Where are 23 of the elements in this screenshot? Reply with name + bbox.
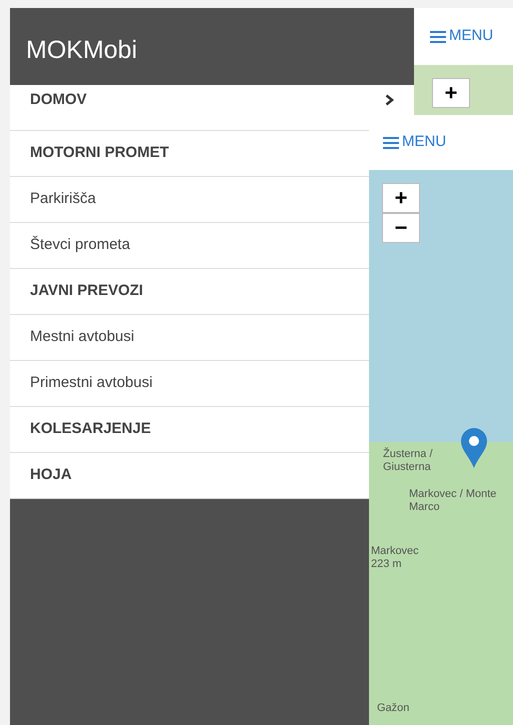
map-label: Markovec / Monte Marco [409,488,498,514]
zoom-out-button[interactable]: − [382,213,420,243]
chevron-right-icon [385,94,394,106]
zoom-in-button[interactable]: + [382,183,420,213]
menu-item[interactable]: Parkirišča [10,177,369,223]
map-pin-icon[interactable] [461,428,487,468]
menu-item[interactable]: HOJA [10,453,369,499]
menu-icon [383,136,399,148]
app-title: MOKMobi [10,8,414,85]
menu-button[interactable]: MENU [383,131,446,154]
menu-item[interactable]: Števci prometa [10,223,369,269]
menu-item[interactable]: MOTORNI PROMET [10,131,369,177]
zoom-in-button[interactable]: + [432,78,470,108]
menu-item[interactable]: Primestni avtobusi [10,361,369,407]
menu-icon [430,30,446,42]
map-label: Žusterna / Giusterna [383,448,434,474]
menu-button[interactable]: MENU [430,25,494,48]
menu-item[interactable]: JAVNI PREVOZI [10,269,369,315]
menu-item[interactable]: Mestni avtobusi [10,315,369,361]
map-label: Markovec 223 m [371,545,420,572]
menu-item[interactable]: KOLESARJENJE [10,407,369,453]
map-label: Gažon [377,702,410,716]
menu-item[interactable]: DOMOV [10,85,414,115]
